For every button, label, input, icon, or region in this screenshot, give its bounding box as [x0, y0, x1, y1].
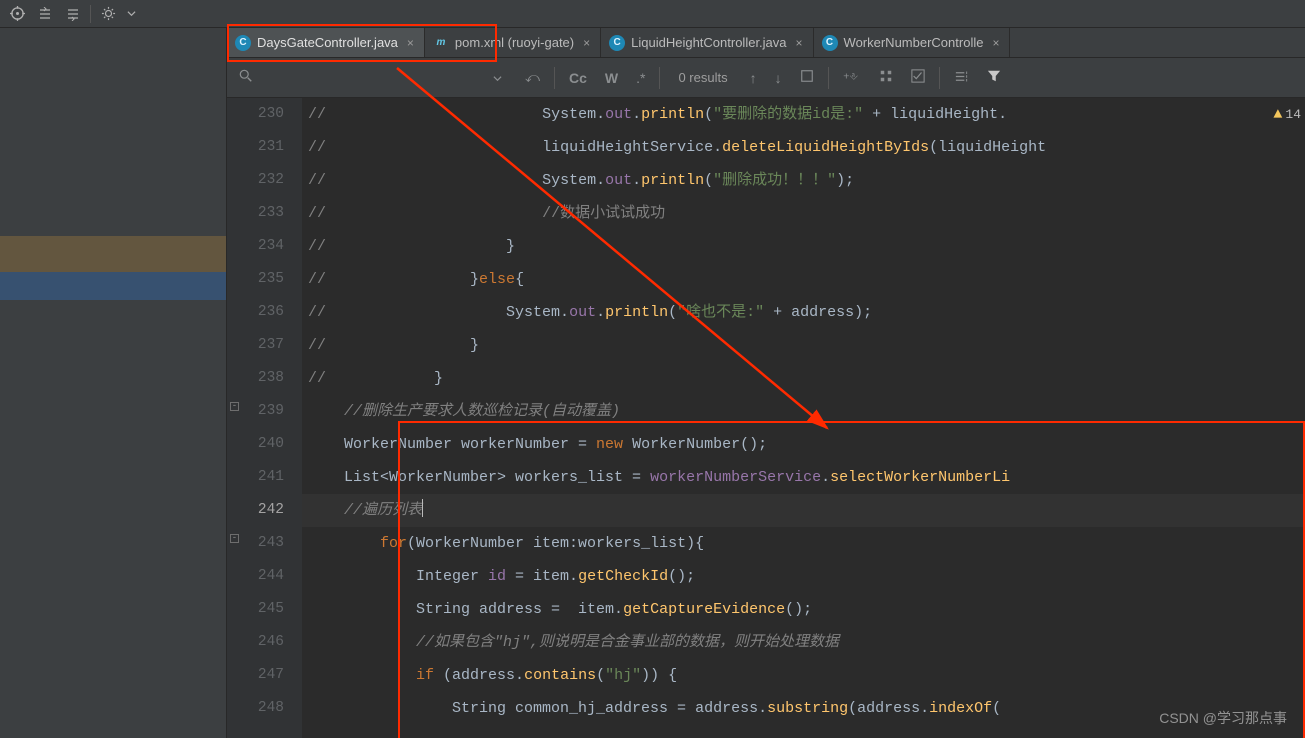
tab-liquidheightcontroller-java[interactable]: C LiquidHeightController.java × [601, 28, 813, 57]
code-line[interactable]: //遍历列表 [302, 494, 1305, 527]
code-line[interactable]: if (address.contains("hj")) { [302, 659, 1305, 692]
sidebar-highlight [0, 236, 226, 272]
code-line[interactable]: for(WorkerNumber item:workers_list){ [302, 527, 1305, 560]
tab-pom-xml-ruoyi-gate-[interactable]: m pom.xml (ruoyi-gate) × [425, 28, 601, 57]
chevron-down-icon[interactable] [125, 3, 137, 25]
code-line[interactable]: WorkerNumber workerNumber = new WorkerNu… [302, 428, 1305, 461]
code-line[interactable]: // System.out.println("删除成功！！！"); [302, 164, 1305, 197]
tab-label: DaysGateController.java [257, 35, 398, 50]
results-count: 0 results [678, 70, 727, 85]
filter-icon[interactable] [983, 67, 1005, 88]
code-line[interactable]: // System.out.println("要删除的数据id是:" + liq… [302, 98, 1305, 131]
gutter: - - 230231232233234235236237238239240241… [227, 98, 302, 738]
class-icon: C [609, 35, 625, 51]
tab-label: WorkerNumberControlle [844, 35, 984, 50]
search-input[interactable] [263, 70, 483, 85]
code-line[interactable]: // System.out.println("啥也不是:" + address)… [302, 296, 1305, 329]
code-line[interactable]: String address = item.getCaptureEvidence… [302, 593, 1305, 626]
class-icon: C [822, 35, 838, 51]
project-sidebar [0, 28, 227, 738]
code-lines[interactable]: ▲ 14 // System.out.println("要删除的数据id是:" … [302, 98, 1305, 738]
prev-occurrence-icon[interactable]: ⤺ [521, 67, 544, 88]
add-selection-icon[interactable]: +⎀ [839, 67, 865, 88]
gear-icon[interactable] [97, 3, 119, 25]
separator [90, 5, 91, 23]
tab-label: pom.xml (ruoyi-gate) [455, 35, 574, 50]
settings-icon[interactable] [950, 67, 973, 89]
search-icon[interactable] [235, 67, 257, 88]
inspection-warning[interactable]: ▲ 14 [1273, 98, 1301, 131]
close-icon[interactable]: × [989, 36, 999, 50]
code-line[interactable]: // //数据小试试成功 [302, 197, 1305, 230]
editor-tabs: C DaysGateController.java × m pom.xml (ruoyi… [227, 28, 1305, 58]
code-line[interactable]: String common_hj_address = address.subst… [302, 692, 1305, 725]
arrow-down-icon[interactable]: ↓ [771, 68, 786, 88]
sidebar-selection[interactable] [0, 272, 226, 300]
tab-label: LiquidHeightController.java [631, 35, 786, 50]
code-area[interactable]: - - 230231232233234235236237238239240241… [227, 98, 1305, 738]
regex-toggle[interactable]: .* [632, 68, 649, 88]
match-case-toggle[interactable]: Cc [565, 68, 591, 88]
code-line[interactable]: //如果包含"hj",则说明是合金事业部的数据，则开始处理数据 [302, 626, 1305, 659]
maven-icon: m [433, 35, 449, 51]
find-bar: ⤺ Cc W .* 0 results ↑ ↓ +⎀ [227, 58, 1305, 98]
expand-all-icon[interactable] [34, 3, 56, 25]
warning-icon: ▲ [1273, 106, 1282, 123]
arrow-up-icon[interactable]: ↑ [746, 68, 761, 88]
structure-toolbar [0, 0, 1305, 28]
tab-daysgatecontroller-java[interactable]: C DaysGateController.java × [227, 28, 425, 57]
select-all-icon[interactable] [796, 67, 818, 88]
chevron-down-icon[interactable] [489, 68, 506, 88]
target-icon[interactable] [6, 3, 28, 25]
code-line[interactable]: //删除生产要求人数巡检记录(自动覆盖) [302, 395, 1305, 428]
warning-count: 14 [1285, 107, 1301, 122]
words-toggle[interactable]: W [601, 68, 622, 88]
fold-toggle-icon[interactable]: - [230, 534, 239, 543]
svg-text:+⎀: +⎀ [843, 71, 858, 83]
code-line[interactable]: // } [302, 362, 1305, 395]
code-line[interactable]: // } [302, 329, 1305, 362]
select-all-occurrences-icon[interactable] [875, 67, 897, 88]
checkbox-icon[interactable] [907, 67, 929, 88]
close-icon[interactable]: × [793, 36, 803, 50]
class-icon: C [235, 35, 251, 51]
code-line[interactable]: // }else{ [302, 263, 1305, 296]
fold-toggle-icon[interactable]: - [230, 402, 239, 411]
code-line[interactable]: List<WorkerNumber> workers_list = worker… [302, 461, 1305, 494]
close-icon[interactable]: × [404, 36, 414, 50]
close-icon[interactable]: × [580, 36, 590, 50]
code-line[interactable]: // } [302, 230, 1305, 263]
code-line[interactable]: // liquidHeightService.deleteLiquidHeigh… [302, 131, 1305, 164]
collapse-all-icon[interactable] [62, 3, 84, 25]
tab-workernumbercontrolle[interactable]: C WorkerNumberControlle × [814, 28, 1011, 57]
caret [422, 499, 423, 517]
code-line[interactable]: Integer id = item.getCheckId(); [302, 560, 1305, 593]
